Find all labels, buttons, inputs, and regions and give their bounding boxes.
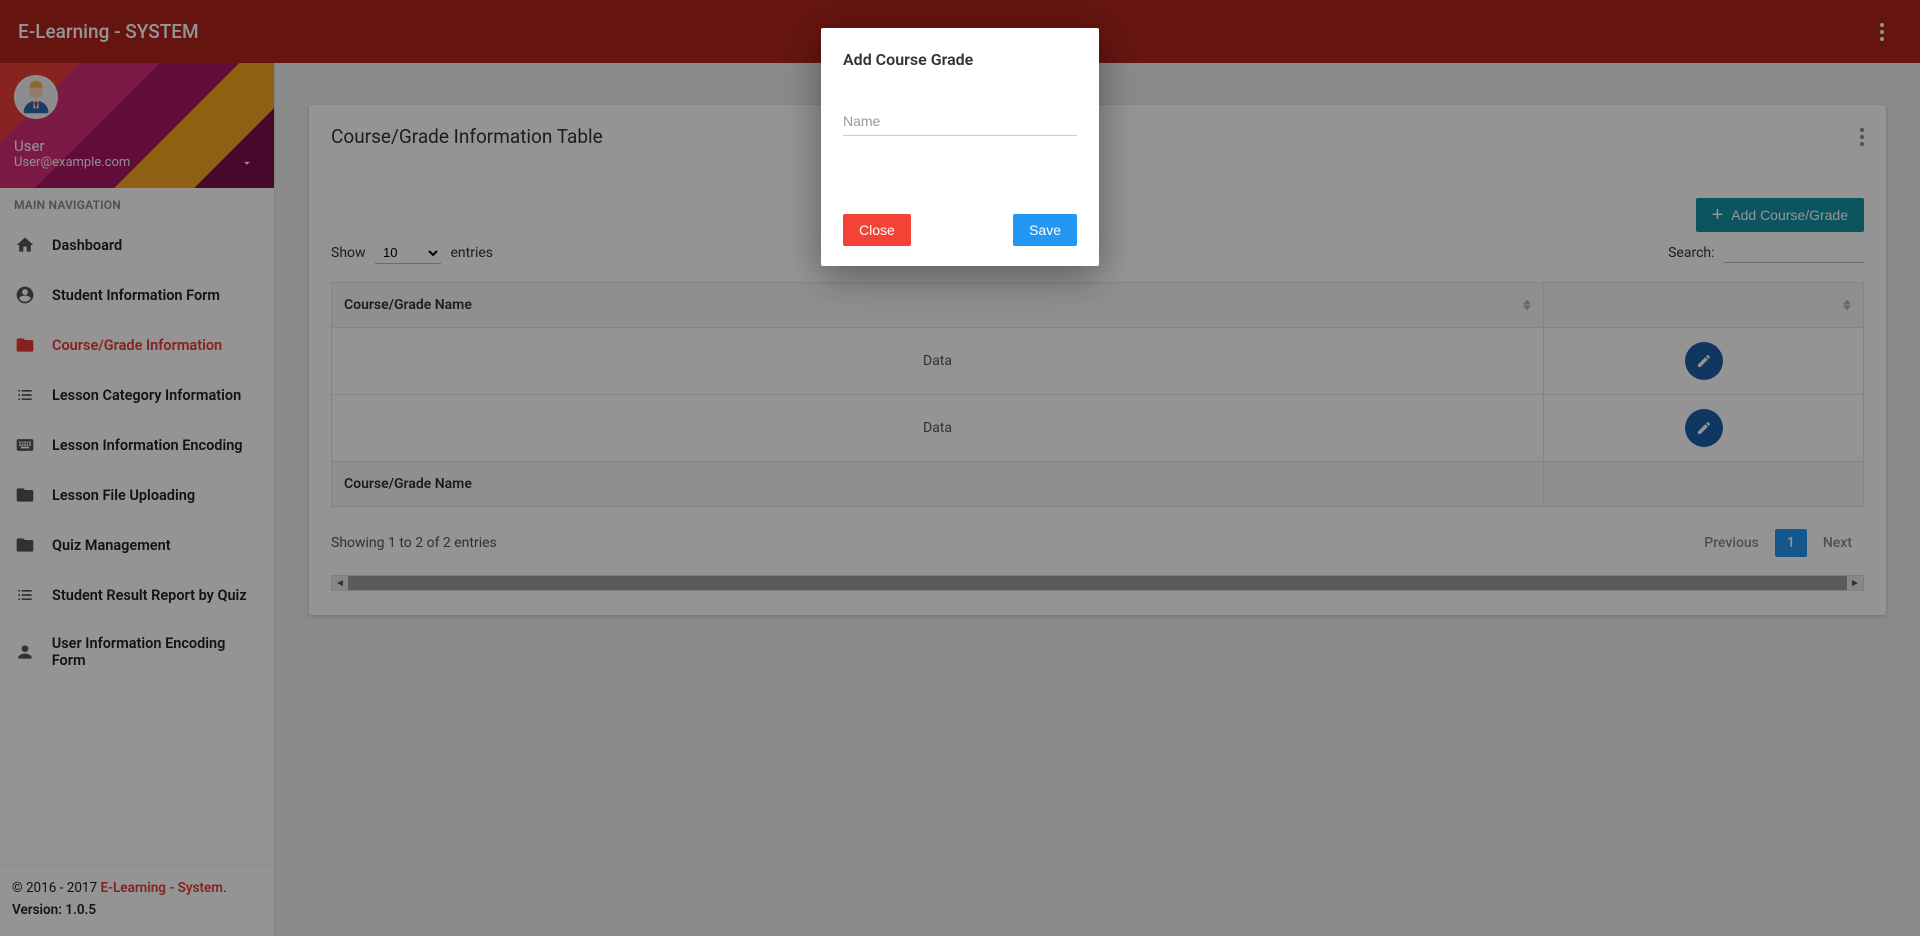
course-grade-name-input[interactable] (843, 107, 1077, 136)
close-button[interactable]: Close (843, 214, 911, 246)
modal-title: Add Course Grade (843, 50, 1077, 69)
save-button[interactable]: Save (1013, 214, 1077, 246)
add-course-grade-modal: Add Course Grade Close Save (821, 28, 1099, 266)
